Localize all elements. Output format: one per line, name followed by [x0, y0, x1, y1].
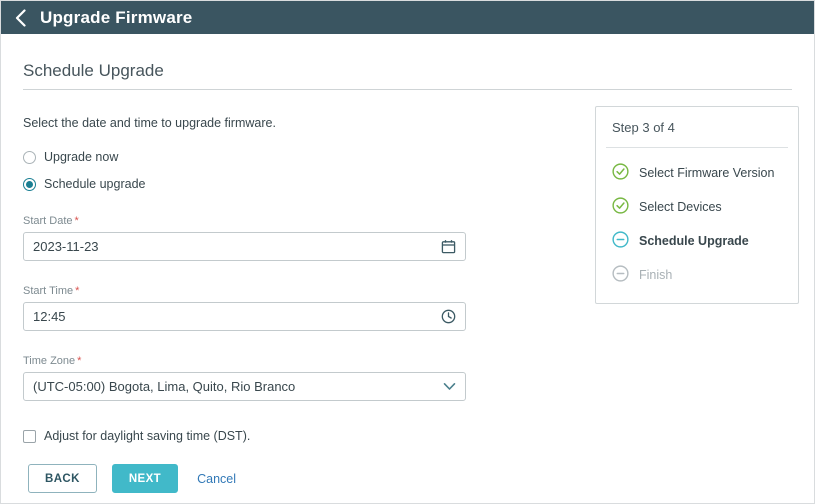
required-asterisk: * — [77, 355, 81, 367]
start-date-label-text: Start Date — [23, 215, 73, 227]
start-time-field: Start Time* 12:45 — [23, 285, 466, 331]
radio-upgrade-now[interactable]: Upgrade now — [23, 150, 466, 164]
step-label: Select Firmware Version — [639, 164, 774, 181]
check-circle-icon — [612, 163, 629, 183]
radio-schedule-upgrade-circle[interactable] — [23, 178, 36, 191]
start-date-value: 2023-11-23 — [33, 239, 99, 254]
step-label: Select Devices — [639, 198, 722, 215]
radio-upgrade-now-circle[interactable] — [23, 151, 36, 164]
section-divider — [23, 89, 792, 90]
step-item-schedule-upgrade: Schedule Upgrade — [612, 232, 782, 251]
dst-checkbox-label: Adjust for daylight saving time (DST). — [44, 429, 250, 443]
back-chevron-icon[interactable] — [15, 9, 26, 27]
required-asterisk: * — [75, 285, 79, 297]
next-button[interactable]: NEXT — [112, 464, 178, 493]
current-step-dash-circle-icon — [612, 231, 629, 251]
step-progress-card: Step 3 of 4 Select Firmware Version Sele… — [595, 106, 799, 304]
step-label: Finish — [639, 266, 672, 283]
calendar-icon[interactable] — [441, 239, 456, 254]
start-time-input[interactable]: 12:45 — [23, 302, 466, 331]
form-description: Select the date and time to upgrade firm… — [23, 116, 466, 130]
start-date-field: Start Date* 2023-11-23 — [23, 215, 466, 261]
radio-schedule-upgrade[interactable]: Schedule upgrade — [23, 177, 466, 191]
radio-schedule-upgrade-label: Schedule upgrade — [44, 177, 145, 191]
app-header: Upgrade Firmware — [1, 1, 814, 34]
step-list: Select Firmware Version Select Devices S… — [596, 148, 798, 285]
step-item-finish: Finish — [612, 266, 782, 285]
clock-icon[interactable] — [441, 309, 456, 324]
time-zone-label: Time Zone* — [23, 355, 466, 367]
time-zone-value: (UTC-05:00) Bogota, Lima, Quito, Rio Bra… — [33, 379, 295, 394]
start-time-label-text: Start Time — [23, 285, 73, 297]
back-button[interactable]: BACK — [28, 464, 97, 493]
dst-checkbox-row[interactable]: Adjust for daylight saving time (DST). — [23, 429, 466, 443]
start-date-label: Start Date* — [23, 215, 466, 227]
time-zone-label-text: Time Zone — [23, 355, 75, 367]
page-title: Upgrade Firmware — [40, 8, 192, 28]
radio-upgrade-now-label: Upgrade now — [44, 150, 118, 164]
section-title: Schedule Upgrade — [23, 61, 792, 81]
chevron-down-icon[interactable] — [443, 382, 456, 391]
required-asterisk: * — [75, 215, 79, 227]
start-date-input[interactable]: 2023-11-23 — [23, 232, 466, 261]
step-item-select-firmware-version: Select Firmware Version — [612, 164, 782, 183]
start-time-label: Start Time* — [23, 285, 466, 297]
time-zone-field: Time Zone* (UTC-05:00) Bogota, Lima, Qui… — [23, 355, 466, 401]
step-item-select-devices: Select Devices — [612, 198, 782, 217]
footer-actions: BACK NEXT Cancel — [28, 464, 236, 493]
start-time-value: 12:45 — [33, 309, 66, 324]
step-label: Schedule Upgrade — [639, 232, 749, 249]
pending-step-dash-circle-icon — [612, 265, 629, 285]
check-circle-icon — [612, 197, 629, 217]
cancel-link[interactable]: Cancel — [197, 472, 236, 486]
step-card-title: Step 3 of 4 — [596, 107, 798, 147]
time-zone-select[interactable]: (UTC-05:00) Bogota, Lima, Quito, Rio Bra… — [23, 372, 466, 401]
dst-checkbox[interactable] — [23, 430, 36, 443]
